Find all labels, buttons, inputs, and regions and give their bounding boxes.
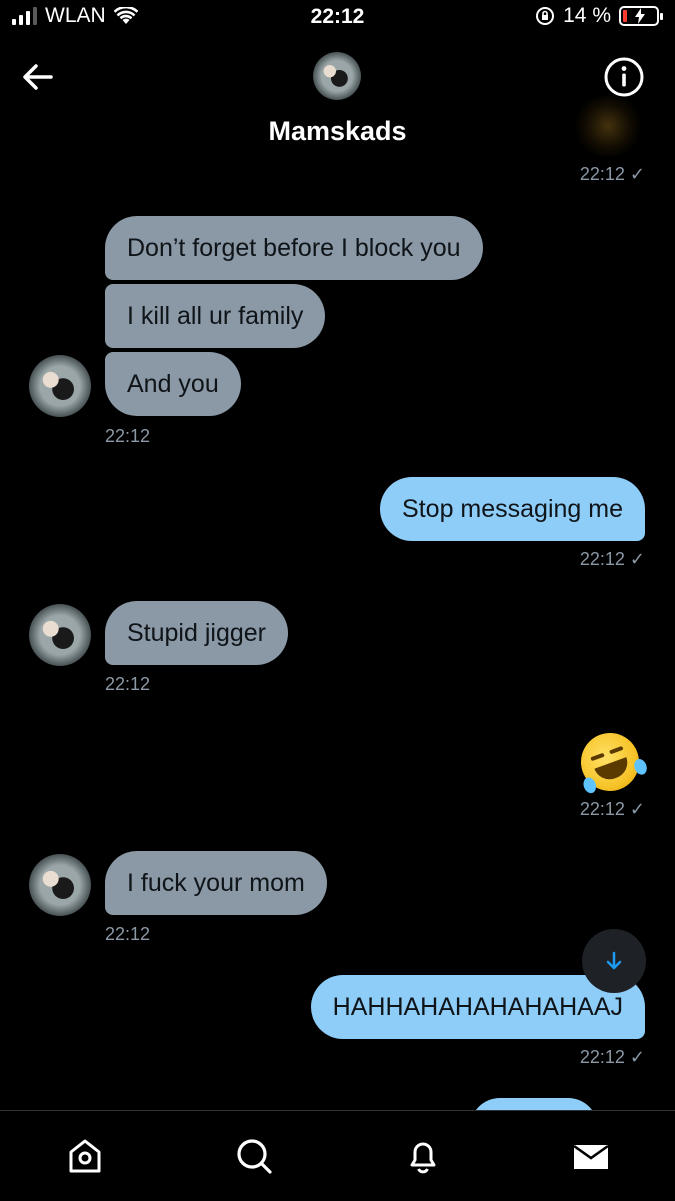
message-timestamp: 22:12 ✓: [579, 1047, 645, 1067]
messages-envelope-icon: [573, 1144, 609, 1169]
search-icon: [237, 1139, 272, 1174]
message-timestamp: 22:12: [105, 924, 151, 944]
battery-icon: [619, 6, 663, 26]
orientation-lock-icon: [536, 7, 555, 25]
bottom-navigation: [0, 1110, 675, 1201]
message-bubble-incoming[interactable]: Don’t forget before I block you: [105, 216, 483, 280]
sender-avatar[interactable]: [29, 604, 91, 666]
battery-percent: 14 %: [563, 4, 611, 27]
rolling-on-floor-laughing-emoji[interactable]: [572, 724, 649, 800]
message-bubble-outgoing[interactable]: Stop messaging me: [380, 477, 645, 541]
battery-level: [623, 10, 627, 22]
message-bubble-incoming[interactable]: I kill all ur family: [105, 284, 326, 348]
notifications-bell-icon: [410, 1142, 436, 1174]
nav-search[interactable]: [229, 1131, 279, 1181]
status-bar: WLAN 22:12 14 %: [0, 0, 675, 40]
scroll-to-bottom-button[interactable]: [582, 929, 646, 993]
nav-home[interactable]: [60, 1131, 110, 1181]
nav-notifications[interactable]: [398, 1131, 448, 1181]
message-bubble-incoming[interactable]: I fuck your mom: [105, 851, 327, 915]
sender-avatar[interactable]: [29, 355, 91, 417]
nav-messages[interactable]: [566, 1131, 616, 1181]
conversation-avatar[interactable]: [313, 52, 361, 100]
message-timestamp: 22:12 ✓: [579, 164, 645, 184]
message-bubble-incoming[interactable]: And you: [105, 352, 241, 416]
status-right: 14 %: [535, 4, 663, 28]
sender-avatar[interactable]: [29, 854, 91, 916]
home-icon: [69, 1139, 101, 1173]
message-timestamp: 22:12 ✓: [579, 799, 645, 819]
message-timestamp: 22:12: [105, 674, 151, 694]
info-circle-icon[interactable]: [603, 56, 645, 98]
message-timestamp: 22:12: [105, 426, 151, 446]
blurred-image-preview: [570, 96, 646, 156]
arrow-down-icon: [606, 951, 622, 970]
arrow-left-icon[interactable]: [18, 57, 58, 97]
message-timestamp: 22:12 ✓: [579, 549, 645, 569]
message-bubble-incoming[interactable]: Stupid jigger: [105, 601, 288, 665]
